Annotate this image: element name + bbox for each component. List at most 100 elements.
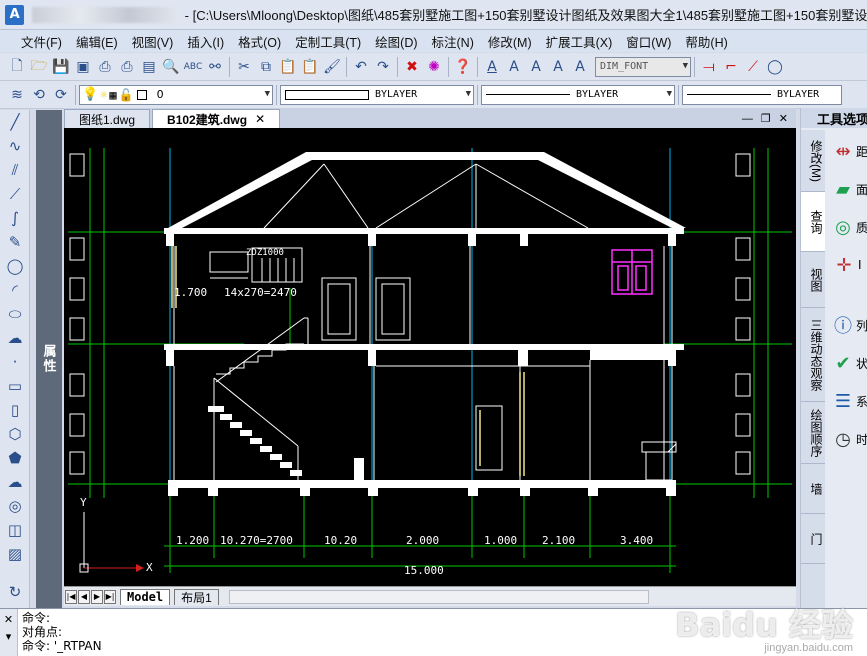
publish-icon[interactable]: ▤	[138, 56, 160, 78]
rectangle-icon[interactable]: ▭	[0, 374, 30, 398]
wipeout-icon[interactable]: ◫	[0, 518, 30, 542]
doc-tab-drawing1[interactable]: 图纸1.dwg	[64, 109, 151, 128]
layer-match-icon[interactable]: ⟳	[50, 84, 72, 106]
menu-window[interactable]: 窗口(W)	[619, 32, 678, 51]
multiline-icon[interactable]: ⟋	[0, 182, 30, 206]
close-icon[interactable]: ✕	[779, 112, 788, 125]
text-style-a-icon[interactable]: A	[481, 56, 503, 78]
distance-tool[interactable]: ⇹ 距	[827, 132, 867, 170]
print-preview-icon[interactable]: 🔍	[160, 56, 182, 78]
system-variable-tool[interactable]: ☰ 系	[827, 382, 867, 420]
drawing-canvas[interactable]: 1.700 14x270=2470 ZDZ1000 1.200 10.270=2…	[64, 128, 796, 586]
spell-check-icon[interactable]: ABC	[182, 56, 204, 78]
redo-icon[interactable]: ↷	[372, 56, 394, 78]
status-tool[interactable]: ✔ 状	[827, 344, 867, 382]
delete-icon[interactable]: ✖	[401, 56, 423, 78]
command-line[interactable]: ✕ ▾ 命令: 对角点: 命令: '_RTPAN Baidu 经验 jingya…	[0, 606, 867, 656]
chevron-down-icon[interactable]: ▾	[6, 630, 12, 643]
match-properties-icon[interactable]: 🖌	[321, 56, 343, 78]
mass-properties-tool[interactable]: ◎ 质	[827, 208, 867, 246]
new-file-icon[interactable]: 🗋	[6, 56, 28, 78]
menu-custom-tools[interactable]: 定制工具(T)	[288, 32, 368, 51]
arc-icon[interactable]: ◜	[0, 278, 30, 302]
dim-linear-icon[interactable]: ⟞	[698, 56, 720, 78]
menu-draw[interactable]: 绘图(D)	[368, 32, 424, 51]
save-icon[interactable]: 💾	[50, 56, 72, 78]
menu-file[interactable]: 文件(F)	[14, 32, 69, 51]
text-edit-icon[interactable]: A	[525, 56, 547, 78]
explode-icon[interactable]: ✺	[423, 56, 445, 78]
tab-draw-order[interactable]: 绘图顺序	[801, 402, 825, 464]
tab-inquiry[interactable]: 查询	[801, 192, 825, 252]
cut-icon[interactable]: ✂	[233, 56, 255, 78]
dim-radius-icon[interactable]: ◯	[764, 56, 786, 78]
plot-icon[interactable]: ⎙	[116, 56, 138, 78]
menu-dimension[interactable]: 标注(N)	[425, 32, 481, 51]
minimize-icon[interactable]: —	[742, 113, 753, 125]
polygon-icon[interactable]: ⬡	[0, 422, 30, 446]
close-icon[interactable]: ✕	[4, 613, 13, 626]
text-find-icon[interactable]: A	[547, 56, 569, 78]
help-icon[interactable]: ❓	[452, 56, 474, 78]
tab-3d-orbit[interactable]: 三维动态观察	[801, 308, 825, 402]
tab-view[interactable]: 视图	[801, 252, 825, 308]
next-layout-icon[interactable]: ▶	[91, 589, 103, 604]
tab-wall[interactable]: 墙	[801, 464, 825, 514]
menu-insert[interactable]: 插入(I)	[180, 32, 231, 51]
text-style-dropdown[interactable]: DIM_FONT ▼	[595, 56, 691, 77]
lineweight-dropdown[interactable]: BYLAYER	[682, 84, 842, 105]
line-icon[interactable]: ╱	[0, 110, 30, 134]
menu-format[interactable]: 格式(O)	[231, 32, 288, 51]
text-a-icon[interactable]: A	[503, 56, 525, 78]
paste-icon[interactable]: 📋	[277, 56, 299, 78]
rectangle-alt-icon[interactable]: ▯	[0, 398, 30, 422]
pan-icon[interactable]: ↻	[0, 580, 30, 604]
restore-icon[interactable]: ❐	[761, 112, 771, 125]
point-icon[interactable]: ·	[0, 350, 30, 374]
dim-ordinate-icon[interactable]: ⌐	[720, 56, 742, 78]
prev-layout-icon[interactable]: ◀	[78, 589, 90, 604]
pencil-icon[interactable]: ✎	[0, 230, 30, 254]
undo-icon[interactable]: ↶	[350, 56, 372, 78]
menu-help[interactable]: 帮助(H)	[678, 32, 734, 51]
close-icon[interactable]: ✕	[255, 112, 265, 126]
revision-cloud-icon[interactable]: ☁	[0, 326, 30, 350]
copy-icon[interactable]: ⧉	[255, 56, 277, 78]
construction-line-icon[interactable]: ⫽	[0, 158, 30, 182]
circle-icon[interactable]: ◯	[0, 254, 30, 278]
spline-icon[interactable]: ∫	[0, 206, 30, 230]
color-dropdown[interactable]: BYLAYER ▼	[280, 84, 474, 105]
print-icon[interactable]: ⎙	[94, 56, 116, 78]
text-scale-icon[interactable]: A	[569, 56, 591, 78]
tab-layout1[interactable]: 布局1	[174, 588, 219, 605]
tab-door[interactable]: 门	[801, 514, 825, 564]
properties-panel-collapsed[interactable]: 属性	[36, 110, 62, 608]
menu-view[interactable]: 视图(V)	[125, 32, 181, 51]
layer-previous-icon[interactable]: ⟲	[28, 84, 50, 106]
layer-manager-icon[interactable]: ≋	[6, 84, 28, 106]
menu-extended-tools[interactable]: 扩展工具(X)	[539, 32, 620, 51]
open-file-icon[interactable]: 🗁	[28, 56, 50, 78]
cloud-icon[interactable]: ☁	[0, 470, 30, 494]
dim-aligned-icon[interactable]: ⟋	[742, 56, 764, 78]
binoculars-icon[interactable]: ⚯	[204, 56, 226, 78]
polyline-icon[interactable]: ∿	[0, 134, 30, 158]
horizontal-scrollbar[interactable]	[228, 589, 649, 604]
region-icon[interactable]: ⬟	[0, 446, 30, 470]
doc-tab-b102[interactable]: B102建筑.dwg ✕	[152, 109, 281, 128]
save-as-icon[interactable]: ▣	[72, 56, 94, 78]
ellipse-icon[interactable]: ⬭	[0, 302, 30, 326]
tab-modify[interactable]: 修改(M)	[801, 130, 825, 192]
area-tool[interactable]: ▰ 面	[827, 170, 867, 208]
time-tool[interactable]: ◷ 时	[827, 420, 867, 458]
donut-icon[interactable]: ◎	[0, 494, 30, 518]
list-tool[interactable]: ⓘ 列	[827, 306, 867, 344]
paste-special-icon[interactable]: 📋	[299, 56, 321, 78]
menu-modify[interactable]: 修改(M)	[481, 32, 539, 51]
hatch-icon[interactable]: ▨	[0, 542, 30, 566]
id-point-tool[interactable]: ✛ I	[827, 246, 867, 284]
linetype-dropdown[interactable]: BYLAYER ▼	[481, 84, 675, 105]
layer-dropdown[interactable]: 💡 ☼ ▦ 🔓 0 ▼	[79, 84, 273, 105]
menu-edit[interactable]: 编辑(E)	[69, 32, 125, 51]
tab-model[interactable]: Model	[120, 588, 171, 605]
